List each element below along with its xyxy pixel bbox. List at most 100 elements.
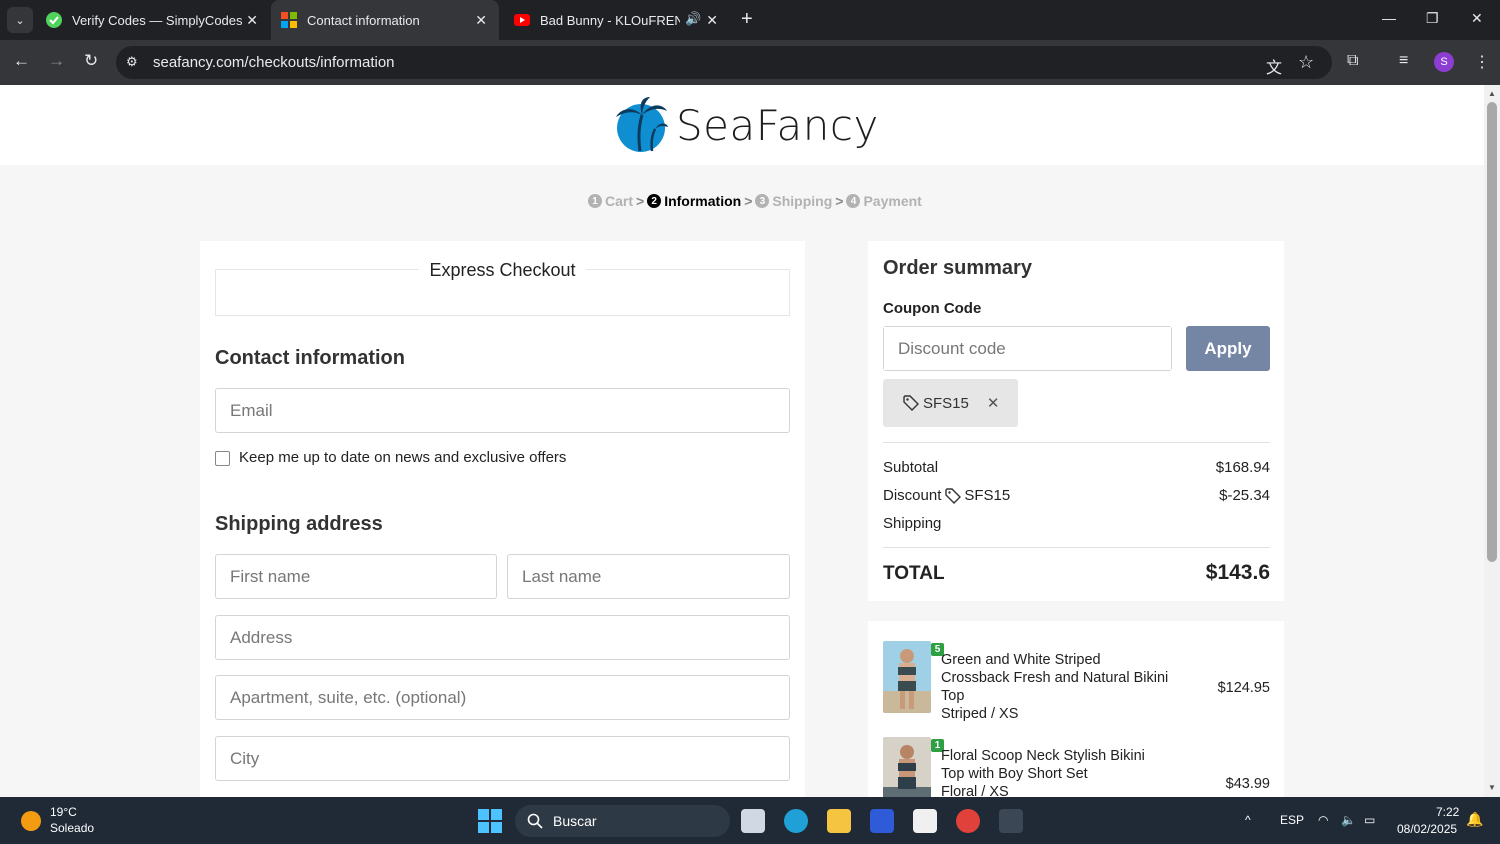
item-details: Floral Scoop Neck Stylish Bikini Top wit… (941, 747, 1171, 797)
chrome-icon[interactable] (956, 809, 980, 833)
discount-code-field[interactable] (883, 326, 1172, 371)
media-control-icon[interactable]: ≡ (1399, 52, 1408, 70)
tab-youtube[interactable]: Bad Bunny - KLOuFRENS (V 🔊 ✕ (504, 0, 730, 40)
translate-icon[interactable]: 文 (1266, 54, 1282, 78)
tab-title: Verify Codes — SimplyCodes (72, 12, 243, 28)
forward-icon[interactable]: → (48, 51, 65, 71)
summary-divider (883, 547, 1270, 548)
windows-start-icon[interactable] (478, 809, 502, 833)
url-text[interactable]: seafancy.com/checkouts/information (153, 54, 395, 71)
order-summary-heading: Order summary (883, 257, 1032, 279)
total-value: $143.6 (1205, 561, 1270, 584)
palm-tree-logo-icon (616, 97, 668, 152)
step-separator: > (636, 193, 645, 209)
notification-bell-icon[interactable]: 🔔 (1466, 811, 1483, 828)
menu-icon[interactable]: ⋮ (1474, 52, 1490, 72)
newsletter-label[interactable]: Keep me up to date on news and exclusive… (239, 449, 566, 466)
product-thumbnail[interactable] (883, 737, 931, 797)
step-label: Cart (605, 193, 634, 209)
scrollbar-thumb[interactable] (1487, 102, 1497, 562)
seafancy-logo[interactable]: SeaFancy (614, 97, 879, 153)
coupon-code-label: Coupon Code (883, 300, 982, 317)
tab-title: Bad Bunny - KLOuFRENS (V (540, 12, 680, 28)
close-tab-icon[interactable]: ✕ (475, 12, 487, 29)
scroll-down-icon[interactable]: ▼ (1488, 783, 1496, 792)
profile-avatar[interactable]: S (1434, 52, 1454, 72)
close-tab-icon[interactable]: ✕ (706, 12, 718, 29)
edge-icon[interactable] (784, 809, 808, 833)
tab-title: Contact information (307, 12, 420, 28)
discount-code-input[interactable] (884, 327, 1171, 370)
newsletter-checkbox[interactable] (215, 451, 230, 466)
step-label: Payment (863, 193, 922, 209)
cart-items-card: 5 Green and White Striped Crossback Fres… (868, 621, 1284, 797)
app-icon[interactable] (999, 809, 1023, 833)
weather-temperature[interactable]: 19°C (50, 805, 77, 819)
show-hidden-icons[interactable]: ^ (1245, 813, 1251, 827)
language-indicator[interactable]: ESP (1280, 813, 1304, 827)
express-checkout-box: Express Checkout (215, 260, 790, 316)
last-name-field[interactable] (507, 554, 790, 599)
email-field[interactable] (215, 388, 790, 433)
back-icon[interactable]: ← (13, 51, 30, 71)
scroll-up-icon[interactable]: ▲ (1488, 89, 1496, 98)
restore-icon[interactable]: ❐ (1426, 10, 1439, 27)
close-tab-icon[interactable]: ✕ (246, 12, 258, 29)
new-tab-button[interactable]: + (741, 9, 753, 29)
close-window-icon[interactable]: ✕ (1471, 10, 1483, 27)
apartment-input[interactable] (216, 676, 789, 719)
apartment-field[interactable] (215, 675, 790, 720)
bookmark-star-icon[interactable]: ☆ (1298, 52, 1314, 73)
remove-coupon-icon[interactable]: ✕ (987, 394, 1000, 412)
extensions-icon[interactable]: ⧉ (1347, 52, 1358, 70)
clock-time[interactable]: 7:22 (1436, 805, 1459, 819)
brand-name: SeaFancy (676, 100, 879, 150)
app-icon[interactable] (870, 809, 894, 833)
address-field[interactable] (215, 615, 790, 660)
item-price: $43.99 (1225, 776, 1270, 792)
taskbar-search[interactable]: Buscar (515, 805, 730, 837)
task-view-icon[interactable] (741, 809, 765, 833)
site-info-icon[interactable]: ⚙ (126, 54, 142, 70)
first-name-input[interactable] (216, 555, 496, 598)
email-input[interactable] (216, 389, 789, 432)
last-name-input[interactable] (508, 555, 789, 598)
weather-description[interactable]: Soleado (50, 821, 94, 835)
file-explorer-icon[interactable] (827, 809, 851, 833)
cart-item: 5 Green and White Striped Crossback Fres… (883, 641, 1270, 722)
reload-icon[interactable]: ↻ (84, 51, 98, 71)
address-input[interactable] (216, 616, 789, 659)
minimize-icon[interactable]: — (1382, 10, 1396, 26)
tab-simplycodes[interactable]: Verify Codes — SimplyCodes ✕ (36, 0, 270, 40)
newsletter-row[interactable]: Keep me up to date on news and exclusive… (215, 448, 566, 466)
city-field[interactable] (215, 736, 790, 781)
wifi-icon[interactable]: ◠ (1318, 813, 1328, 827)
tag-icon (903, 395, 919, 411)
apply-coupon-button[interactable]: Apply (1186, 326, 1270, 371)
shipping-row: Shipping (883, 515, 1270, 532)
discount-label: Discount (883, 487, 942, 504)
battery-icon[interactable]: ▭ (1364, 813, 1375, 827)
browser-toolbar: ← → ↻ ⚙ seafancy.com/checkouts/informati… (0, 40, 1500, 85)
step-number: 2 (647, 194, 662, 208)
address-bar[interactable]: ⚙ seafancy.com/checkouts/information 文 ☆ (116, 46, 1332, 79)
search-label: Buscar (553, 813, 597, 829)
volume-icon[interactable]: 🔈 (1341, 813, 1356, 827)
first-name-field[interactable] (215, 554, 497, 599)
tab-search-button[interactable]: ⌄ (7, 7, 33, 33)
total-label: TOTAL (883, 563, 945, 584)
audio-icon[interactable]: 🔊 (685, 11, 701, 27)
page-scrollbar[interactable]: ▲ ▼ (1484, 85, 1500, 797)
clock-date[interactable]: 08/02/2025 (1397, 822, 1457, 836)
weather-sun-icon[interactable] (21, 811, 41, 831)
applied-coupon-chip: SFS15 ✕ (883, 379, 1018, 427)
subtotal-value: $168.94 (1215, 459, 1270, 476)
microsoft-store-icon[interactable] (913, 809, 937, 833)
product-thumbnail[interactable] (883, 641, 931, 713)
windows-taskbar: 19°C Soleado Buscar ^ ESP ◠ 🔈 ▭ 7:22 08/… (0, 797, 1500, 844)
city-input[interactable] (216, 737, 789, 780)
step-payment: 4 Payment (846, 193, 922, 209)
step-cart[interactable]: 1 Cart (588, 193, 633, 209)
item-price: $124.95 (1217, 680, 1270, 696)
tab-contact-information[interactable]: Contact information ✕ (271, 0, 499, 40)
